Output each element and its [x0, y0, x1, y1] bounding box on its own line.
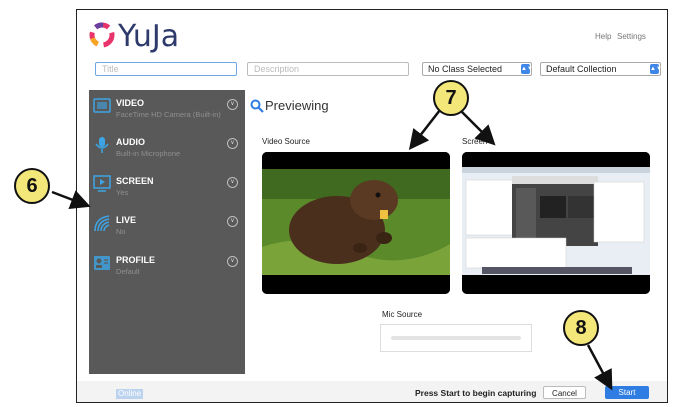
chevron-down-icon[interactable]: ∨	[227, 177, 238, 188]
header: YuJa Help Settings	[77, 10, 667, 60]
sidebar-item-subtitle: No	[116, 227, 126, 236]
select-arrows-icon: ▲▼	[521, 64, 533, 74]
mic-level-bar	[391, 336, 521, 340]
mic-level-meter	[380, 324, 532, 352]
description-input[interactable]: Description	[247, 62, 409, 76]
sidebar-item-subtitle: Default	[116, 267, 140, 276]
sidebar: VIDEO FaceTime HD Camera (Built-in) ∨ AU…	[89, 90, 245, 374]
profile-icon	[94, 256, 110, 270]
video-source-label: Video Source	[262, 137, 310, 146]
chevron-down-icon[interactable]: ∨	[227, 256, 238, 267]
video-source-preview	[262, 152, 450, 294]
collection-select[interactable]: Default Collection ▲▼	[540, 62, 662, 76]
sidebar-item-title: PROFILE	[116, 255, 156, 265]
sidebar-item-subtitle: FaceTime HD Camera (Built-in)	[116, 110, 221, 119]
sidebar-item-subtitle: Yes	[116, 188, 129, 197]
screen-capture-image	[462, 152, 650, 294]
screen-label: Screen	[462, 137, 488, 146]
sidebar-item-title: AUDIO	[116, 137, 145, 147]
search-icon	[250, 99, 264, 113]
collection-select-value: Default Collection	[546, 64, 617, 74]
sidebar-item-profile[interactable]: PROFILE Default ∨	[89, 254, 245, 290]
camera-preview-image	[262, 152, 450, 294]
screen-icon	[93, 175, 111, 192]
chevron-down-icon[interactable]: ∨	[227, 99, 238, 110]
sidebar-item-subtitle: Built-in Microphone	[116, 149, 181, 158]
select-arrows-icon: ▲▼	[650, 64, 662, 74]
sidebar-item-title: LIVE	[116, 215, 137, 225]
yuja-logo: YuJa	[89, 19, 179, 54]
capture-hint: Press Start to begin capturing	[415, 388, 537, 398]
help-link[interactable]: Help	[595, 32, 611, 41]
start-button[interactable]: Start	[605, 386, 649, 399]
sidebar-item-live[interactable]: LIVE No ∨	[89, 214, 245, 250]
sidebar-item-title: SCREEN	[116, 176, 154, 186]
sidebar-item-video[interactable]: VIDEO FaceTime HD Camera (Built-in) ∨	[89, 97, 245, 133]
footer: Online Press Start to begin capturing Ca…	[77, 381, 667, 402]
sidebar-item-audio[interactable]: AUDIO Built-in Microphone ∨	[89, 136, 245, 172]
chevron-down-icon[interactable]: ∨	[227, 216, 238, 227]
live-icon	[94, 215, 110, 232]
callout-6: 6	[14, 168, 50, 204]
sidebar-item-screen[interactable]: SCREEN Yes ∨	[89, 175, 245, 211]
class-select-value: No Class Selected	[428, 64, 503, 74]
callout-8: 8	[563, 310, 599, 346]
title-input[interactable]: Title	[95, 62, 237, 76]
video-icon	[93, 98, 111, 113]
chevron-down-icon[interactable]: ∨	[227, 138, 238, 149]
page-title: Previewing	[265, 98, 329, 113]
svg-text:YuJa: YuJa	[117, 19, 179, 54]
settings-link[interactable]: Settings	[617, 32, 646, 41]
status-badge: Online	[116, 389, 144, 399]
cancel-button[interactable]: Cancel	[543, 386, 586, 399]
class-select[interactable]: No Class Selected ▲▼	[422, 62, 533, 76]
microphone-icon	[95, 137, 109, 153]
sidebar-item-title: VIDEO	[116, 98, 145, 108]
mic-source-label: Mic Source	[382, 310, 423, 319]
callout-7: 7	[433, 80, 469, 116]
screen-preview	[462, 152, 650, 294]
toolbar: Title Description No Class Selected ▲▼ D…	[77, 62, 667, 80]
